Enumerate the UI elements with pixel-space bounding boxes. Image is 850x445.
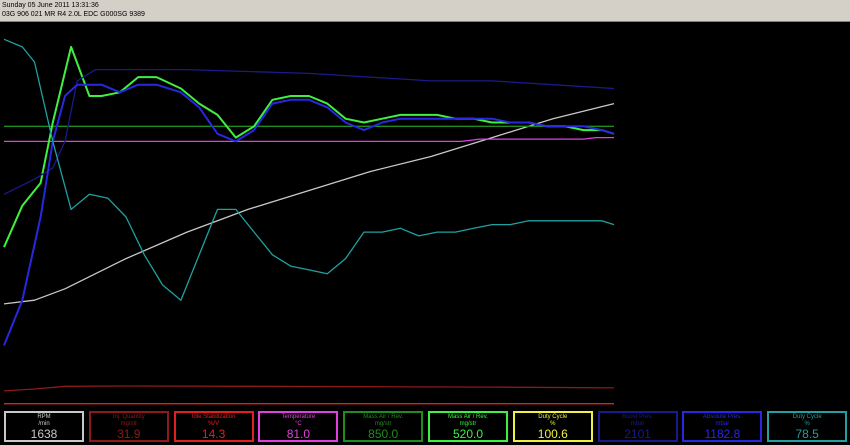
series-line-4 [4, 136, 614, 143]
channel-panel-5[interactable]: Mass Air / Rev. mg/str 850.0 [343, 411, 424, 442]
channel-name: Mass Air / Rev. [448, 414, 488, 420]
title-bar: Sunday 05 June 2011 13:31:36 03G 906 021… [0, 0, 850, 22]
channel-value: 850.0 [368, 427, 399, 441]
channel-name: Absolute Pres. [702, 414, 742, 420]
channel-name: Duty Cycle [538, 414, 568, 420]
channel-panel-2[interactable]: Inj. Quantity mg/str 31.9 [88, 411, 169, 442]
channel-value: 78.5 [795, 427, 819, 441]
channel-name: Idle Stabilization [191, 414, 236, 420]
channel-name: Duty Cycle [792, 414, 822, 420]
channel-panel-bar: RPM/min 1638 Inj. Quantity mg/str 31.9 Idle S… [0, 408, 850, 445]
line-chart [3, 38, 615, 405]
series-line-1 [3, 102, 615, 305]
channel-value: 1638 [30, 427, 58, 441]
channel-name: Mass Air / Rev. [363, 414, 404, 420]
series-line-2 [3, 385, 615, 392]
channel-panel-1[interactable]: RPM/min 1638 [4, 411, 84, 442]
channel-name: Boost Pres. [622, 414, 654, 420]
series-line-9 [3, 38, 615, 301]
channel-name: Inj. Quantity [112, 414, 145, 420]
channel-value: 1182.8 [704, 427, 741, 441]
channel-value: 100.6 [537, 427, 568, 441]
date-line: Sunday 05 June 2011 13:31:36 [2, 2, 99, 9]
channel-panel-4[interactable]: Temperature °C 81.0 [258, 411, 339, 442]
channel-panel-7[interactable]: Duty Cycle% 100.6 [512, 411, 593, 442]
series-line-7 [3, 68, 615, 195]
channel-panel-6[interactable]: Mass Air / Rev. mg/str 520.0 [428, 411, 508, 442]
channel-name: RPM [37, 414, 51, 420]
series-line-8 [3, 83, 615, 346]
channel-panel-9[interactable]: Absolute Pres. mbar 1182.8 [682, 411, 763, 442]
channel-name: Temperature [281, 414, 316, 420]
channel-panel-8[interactable]: Boost Pres. mbar 2101 [597, 411, 678, 442]
ecu-line: 03G 906 021 MR R4 2.0L EDC G000SG 9389 [2, 11, 145, 18]
channel-value: 14.3 [201, 427, 226, 441]
channel-value: 2101 [624, 427, 651, 441]
channel-value: 81.0 [286, 427, 311, 441]
channel-value: 520.0 [452, 427, 484, 441]
series-line-6 [3, 45, 615, 248]
channel-value: 31.9 [117, 427, 141, 441]
chart-area [0, 22, 850, 408]
channel-panel-10[interactable]: Duty Cycle% 78.5 [767, 411, 848, 442]
channel-panel-3[interactable]: Idle Stabilization %/V 14.3 [173, 411, 254, 442]
